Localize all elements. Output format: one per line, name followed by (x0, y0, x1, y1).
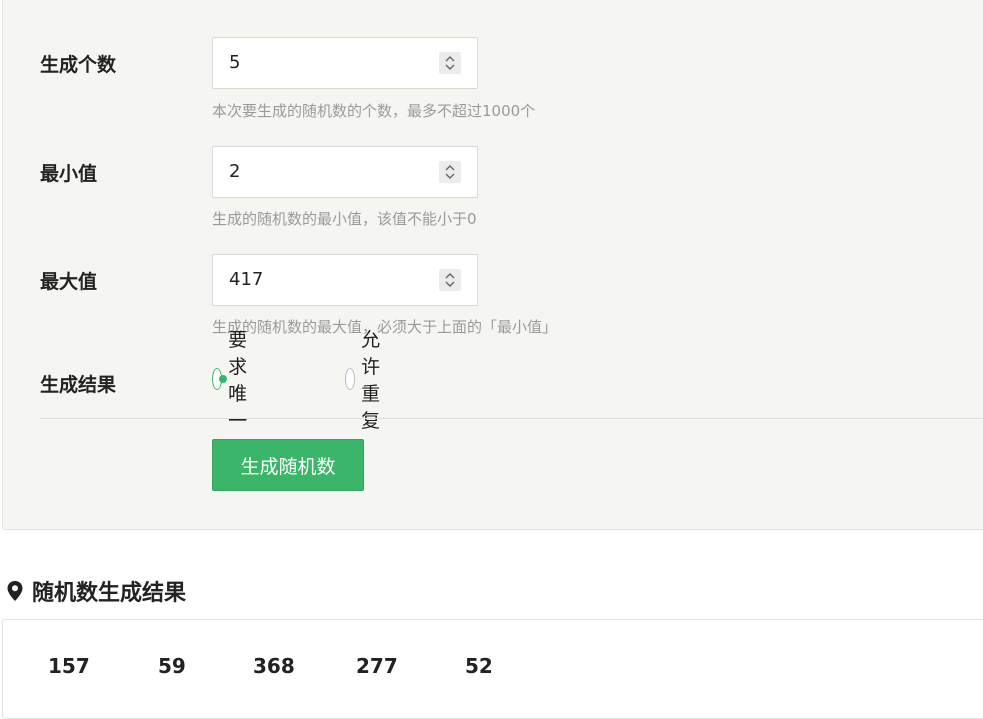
result-number: 52 (465, 654, 493, 678)
result-number: 277 (356, 654, 398, 678)
form-divider (40, 418, 983, 419)
min-value[interactable]: 2 (229, 147, 240, 197)
count-hint: 本次要生成的随机数的个数，最多不超过1000个 (212, 102, 536, 120)
result-number: 157 (48, 654, 90, 678)
radio-repeat[interactable]: 允许重复 (345, 329, 392, 432)
results-title: 随机数生成结果 (32, 581, 187, 606)
result-mode-label: 生成结果 (40, 374, 117, 396)
radio-unique[interactable]: 要求唯一 (212, 329, 259, 432)
results-box: 157 59 368 277 52 (2, 619, 983, 719)
max-input[interactable]: 417 (212, 254, 478, 306)
count-label: 生成个数 (40, 54, 117, 76)
count-stepper-icon[interactable] (439, 52, 461, 74)
radio-repeat-circle[interactable] (345, 368, 356, 390)
max-value[interactable]: 417 (229, 255, 263, 305)
max-stepper-icon[interactable] (439, 269, 461, 291)
min-hint: 生成的随机数的最小值，该值不能小于0 (212, 210, 477, 228)
map-marker-icon (6, 580, 24, 602)
min-label: 最小值 (40, 163, 98, 185)
results-heading: 随机数生成结果 (6, 576, 186, 606)
radio-repeat-label[interactable]: 允许重复 (361, 325, 392, 433)
generate-button[interactable]: 生成随机数 (212, 439, 364, 491)
generator-form (2, 0, 983, 530)
count-input[interactable]: 5 (212, 37, 478, 89)
result-number: 59 (158, 654, 186, 678)
max-label: 最大值 (40, 271, 98, 293)
min-input[interactable]: 2 (212, 146, 478, 198)
radio-unique-label[interactable]: 要求唯一 (228, 325, 259, 433)
result-number: 368 (253, 654, 295, 678)
min-stepper-icon[interactable] (439, 161, 461, 183)
radio-unique-circle[interactable] (212, 368, 228, 390)
count-value[interactable]: 5 (229, 38, 240, 88)
